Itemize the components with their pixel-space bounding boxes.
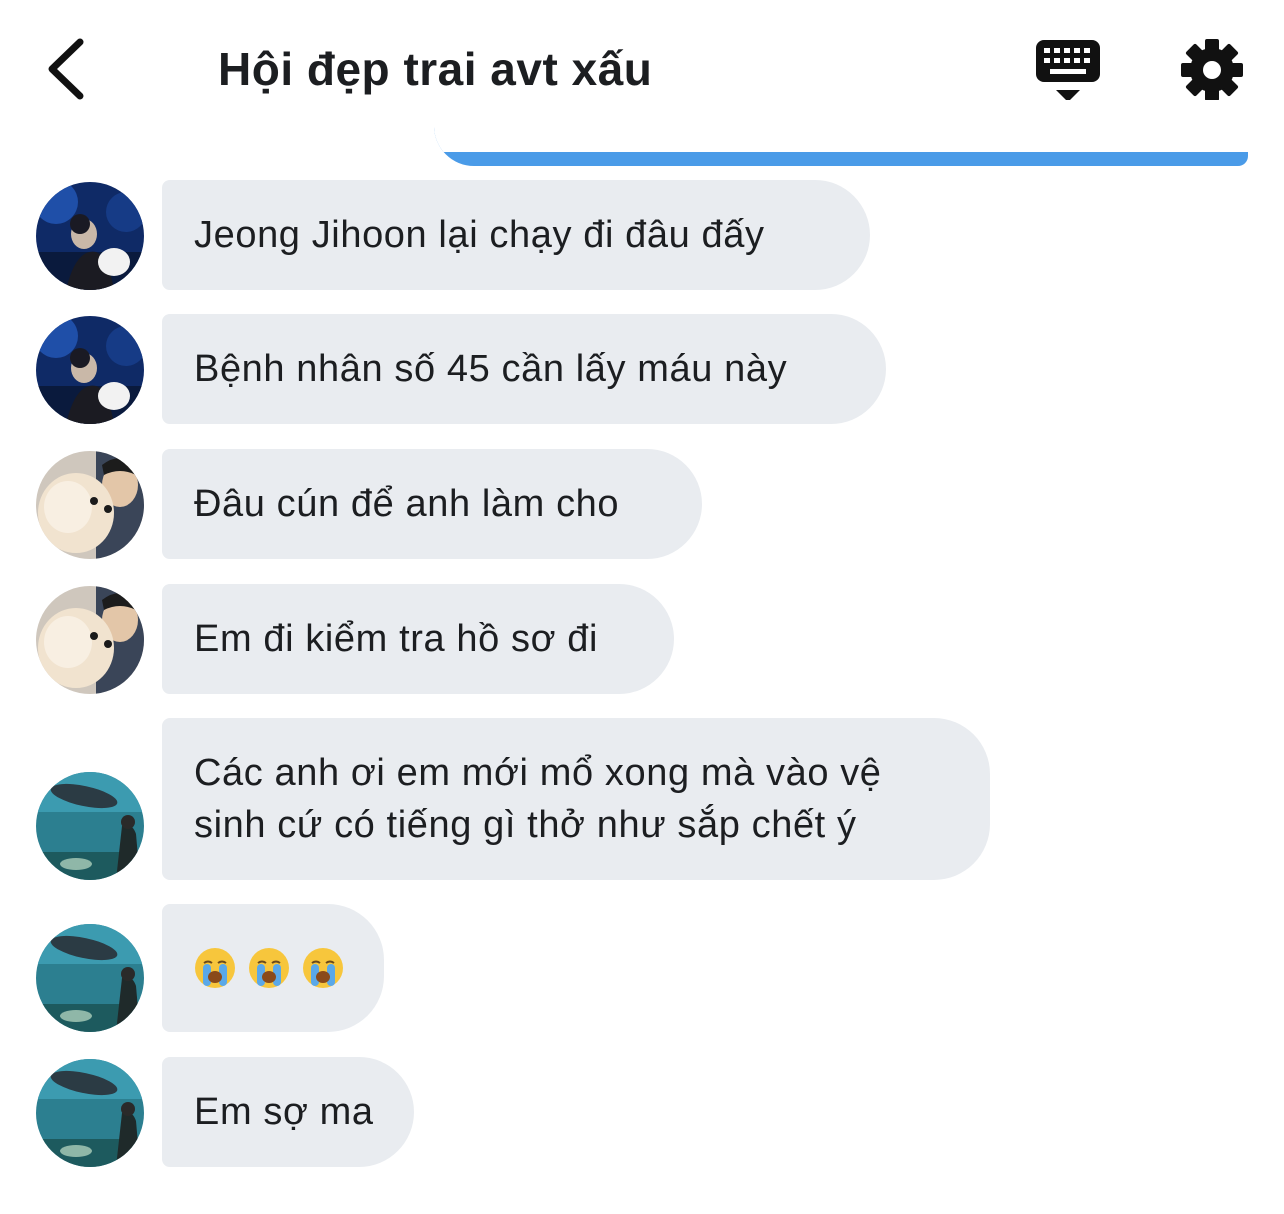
message-text: Em sợ ma — [194, 1091, 374, 1133]
message-bubble[interactable]: Đâu cún để anh làm cho — [162, 449, 702, 559]
message-list: Jeong Jihoon lại chạy đi đâu đấy Bệnh nh… — [0, 0, 1284, 1214]
message-bubble[interactable]: Em sợ ma — [162, 1057, 414, 1167]
crying-face-emoji — [195, 948, 235, 988]
avatar-blue-night-image — [36, 182, 144, 290]
message-bubble[interactable] — [162, 904, 384, 1032]
avatar-dog-selfie-image — [36, 586, 144, 694]
avatar-blue-night-image — [36, 316, 144, 424]
avatar[interactable] — [36, 586, 144, 694]
crying-face-emoji — [249, 948, 289, 988]
message-bubble[interactable]: Jeong Jihoon lại chạy đi đâu đấy — [162, 180, 870, 290]
emoji-row — [194, 947, 344, 989]
message-bubble[interactable]: Bệnh nhân số 45 cần lấy máu này — [162, 314, 886, 424]
avatar-aquarium-image — [36, 1059, 144, 1167]
avatar[interactable] — [36, 924, 144, 1032]
avatar[interactable] — [36, 451, 144, 559]
avatar[interactable] — [36, 1059, 144, 1167]
avatar[interactable] — [36, 182, 144, 290]
message-text: Các anh ơi em mới mổ xong mà vào vệ sinh… — [194, 752, 882, 846]
message-bubble[interactable]: Các anh ơi em mới mổ xong mà vào vệ sinh… — [162, 718, 990, 880]
avatar-aquarium-image — [36, 924, 144, 1032]
message-text: Đâu cún để anh làm cho — [194, 483, 620, 525]
message-bubble[interactable]: Em đi kiểm tra hồ sơ đi — [162, 584, 674, 694]
message-text: Bệnh nhân số 45 cần lấy máu này — [194, 348, 788, 390]
message-text: Jeong Jihoon lại chạy đi đâu đấy — [194, 214, 765, 256]
crying-face-emoji — [303, 948, 343, 988]
avatar-aquarium-image — [36, 772, 144, 880]
message-text: Em đi kiểm tra hồ sơ đi — [194, 618, 599, 660]
avatar-dog-selfie-image — [36, 451, 144, 559]
avatar[interactable] — [36, 772, 144, 880]
avatar[interactable] — [36, 316, 144, 424]
